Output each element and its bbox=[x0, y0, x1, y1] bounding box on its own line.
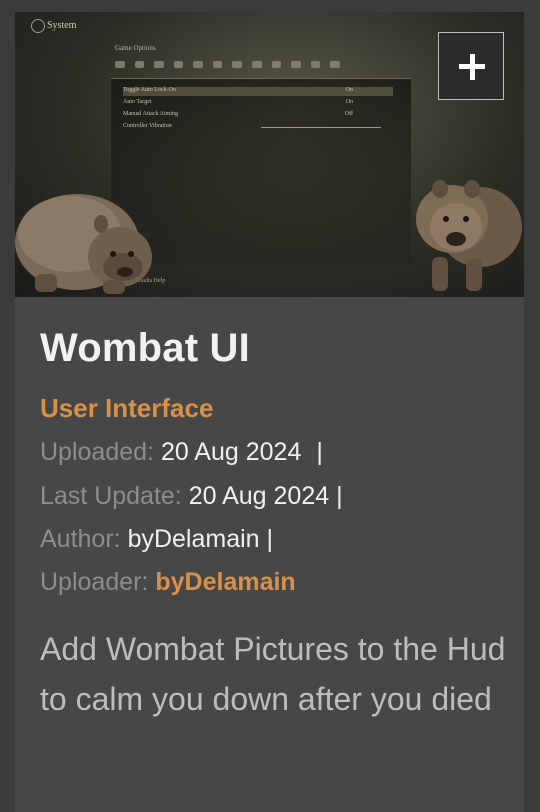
thumb-options-header: Game Options bbox=[115, 44, 156, 52]
mod-category-link[interactable]: User Interface bbox=[40, 393, 213, 424]
separator: | bbox=[336, 482, 343, 510]
mod-description: Add Wombat Pictures to the Hud to calm y… bbox=[40, 631, 506, 717]
mod-thumbnail[interactable]: System Game Options Toggle Auto Lock-On O… bbox=[15, 12, 524, 297]
add-button[interactable] bbox=[438, 32, 504, 100]
separator: | bbox=[266, 525, 274, 553]
author-name[interactable]: byDelamain bbox=[128, 525, 260, 553]
thumb-row: Manual Attack Aiming Off bbox=[123, 111, 353, 117]
mod-title[interactable]: Wombat UI bbox=[40, 326, 250, 371]
uploader-info: Uploader: byDelamain bbox=[40, 568, 296, 597]
last-update-label: Last Update: bbox=[40, 482, 182, 510]
thumb-vibration-slider bbox=[261, 127, 381, 128]
uploaded-date: 20 Aug 2024 bbox=[160, 438, 302, 466]
system-icon bbox=[31, 19, 45, 33]
wombat-image-left bbox=[15, 194, 152, 294]
uploader-label: Uploader: bbox=[40, 568, 149, 596]
last-update-info: Last Update: 20 Aug 2024 | bbox=[40, 482, 343, 511]
thumb-system-label: System bbox=[47, 20, 77, 31]
separator: | bbox=[316, 438, 323, 466]
thumb-icon-bar bbox=[115, 57, 340, 71]
thumb-row: Toggle Auto Lock-On On bbox=[123, 87, 393, 96]
last-update-date: 20 Aug 2024 bbox=[188, 482, 330, 510]
thumb-row: Auto Target On bbox=[123, 99, 353, 105]
author-info: Author: byDelamain | bbox=[40, 525, 273, 554]
uploader-link[interactable]: byDelamain bbox=[155, 568, 295, 596]
author-label: Author: bbox=[40, 525, 121, 553]
mod-card[interactable]: System Game Options Toggle Auto Lock-On O… bbox=[15, 12, 524, 812]
uploaded-info: Uploaded: 20 Aug 2024 | bbox=[40, 438, 323, 467]
wombat-image-right bbox=[416, 180, 522, 291]
uploaded-label: Uploaded: bbox=[40, 438, 154, 466]
